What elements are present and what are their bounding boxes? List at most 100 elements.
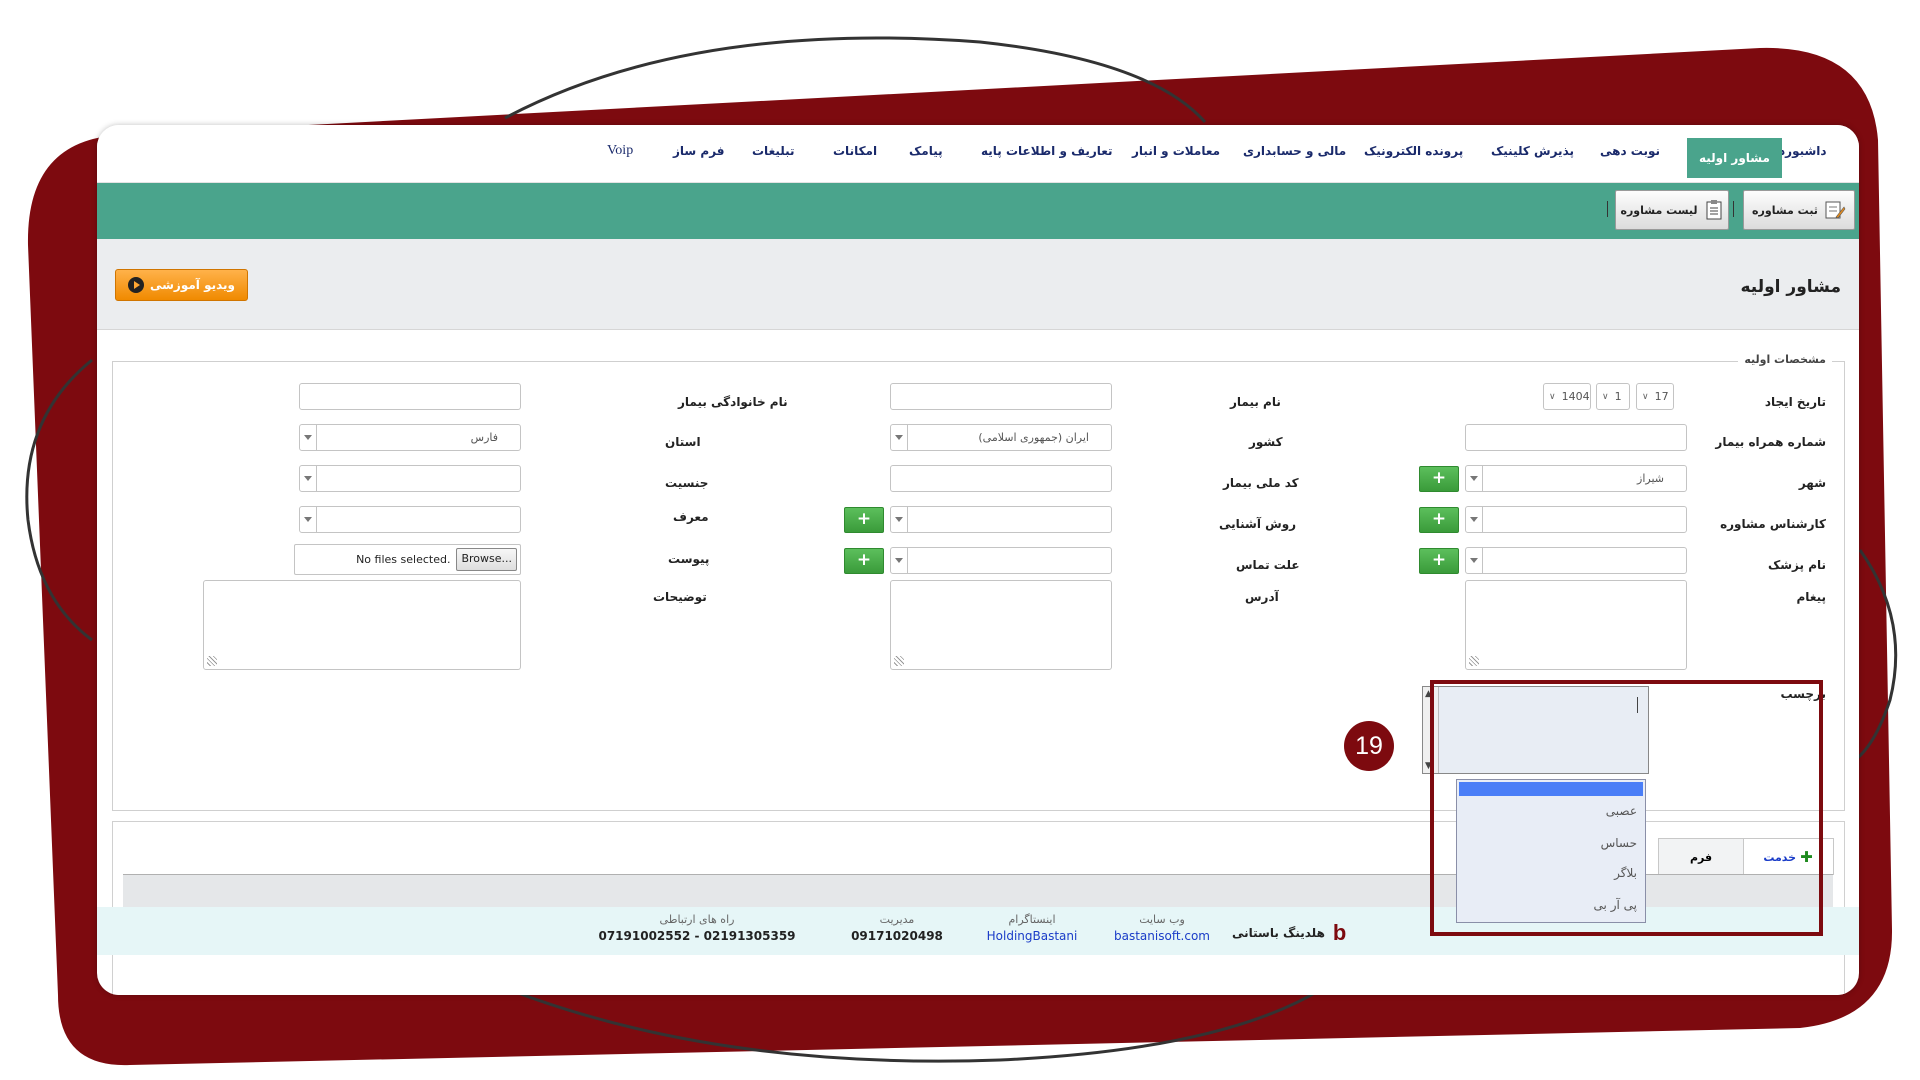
referrer-label: معرف <box>673 510 709 524</box>
family-name-label: نام خانوادگی بیمار <box>678 395 788 409</box>
address-textarea[interactable] <box>890 580 1112 670</box>
consultant-label: کارشناس مشاوره <box>1720 517 1826 531</box>
attachment-label: پیوست <box>668 552 710 566</box>
city-value: شیراز <box>1637 472 1664 485</box>
gender-select[interactable] <box>299 465 521 492</box>
file-status-text: No files selected. <box>356 553 451 566</box>
national-id-label: کد ملی بیمار <box>1223 476 1299 490</box>
consultation-list-label: لیست مشاوره <box>1620 203 1698 217</box>
resize-grip-icon <box>894 656 904 666</box>
add-contact-reason-button[interactable]: + <box>844 548 884 574</box>
menu-item-base-info[interactable]: تعاریف و اطلاعات پایه <box>981 136 1113 166</box>
city-label: شهر <box>1798 476 1826 490</box>
menu-item-sms[interactable]: پیامک <box>909 136 943 166</box>
contact-phones: 07191002552 - 02191305359 <box>598 929 796 943</box>
browse-button[interactable]: Browse... <box>456 548 517 571</box>
clipboard-icon <box>1704 199 1724 221</box>
province-label: استان <box>665 435 701 449</box>
fieldset-legend: مشخصات اولیه <box>1738 353 1832 366</box>
province-value: فارس <box>470 431 498 444</box>
mobile-input[interactable] <box>1465 424 1687 451</box>
family-name-input[interactable] <box>299 383 521 410</box>
tutorial-video-button[interactable]: ویدیو آموزشی <box>115 269 248 301</box>
toolbar-divider <box>1733 201 1734 217</box>
menu-item-voip[interactable]: Voip <box>607 136 633 166</box>
attachment-file-input[interactable]: No files selected. Browse... <box>294 544 521 575</box>
contact-reason-label: علت تماس <box>1236 558 1300 572</box>
month-value: 1 <box>1614 390 1622 403</box>
consultation-list-button[interactable]: لیست مشاوره <box>1615 190 1729 230</box>
country-label: کشور <box>1249 435 1283 449</box>
register-consultation-label: ثبت مشاوره <box>1752 203 1818 217</box>
add-acquaintance-button[interactable]: + <box>844 507 884 533</box>
chevron-down-icon <box>891 425 908 450</box>
step-badge: 19 <box>1344 721 1394 771</box>
register-consultation-button[interactable]: ثبت مشاوره <box>1743 190 1855 230</box>
national-id-input[interactable] <box>890 465 1112 492</box>
acquaintance-select[interactable] <box>890 506 1112 533</box>
patient-name-input[interactable] <box>890 383 1112 410</box>
add-city-button[interactable]: + <box>1419 466 1459 492</box>
description-label: توضیحات <box>653 590 707 604</box>
brand-name: هلدینگ باستانی <box>1232 926 1325 940</box>
year-value: 1404 <box>1561 390 1590 403</box>
patient-name-label: نام بیمار <box>1230 395 1281 409</box>
consultant-select[interactable] <box>1465 506 1687 533</box>
chevron-down-icon <box>891 507 908 532</box>
resize-grip-icon <box>207 656 217 666</box>
menu-item-clinic-reception[interactable]: پذیرش کلینیک <box>1491 136 1574 166</box>
chevron-down-icon <box>891 548 908 573</box>
country-value: ایران (جمهوری اسلامی) <box>978 431 1089 444</box>
province-select[interactable]: فارس <box>299 424 521 451</box>
menu-item-trade-warehouse[interactable]: معاملات و انبار <box>1132 136 1220 166</box>
instagram-caption: اینستاگرام <box>1008 913 1056 926</box>
resize-grip-icon <box>1469 656 1479 666</box>
year-select[interactable]: ∨ 1404 <box>1543 383 1591 410</box>
menu-item-finance[interactable]: مالی و حسابداری <box>1243 136 1346 166</box>
footer-instagram: اینستاگرام HoldingBastani <box>977 913 1087 943</box>
chevron-down-icon <box>1466 466 1483 491</box>
menu-item-initial-consultant[interactable]: مشاور اولیه <box>1687 138 1782 178</box>
chevron-down-icon: ∨ <box>1642 391 1649 402</box>
contact-reason-select[interactable] <box>890 547 1112 574</box>
menu-item-facilities[interactable]: امکانات <box>833 136 877 166</box>
menu-item-form-builder[interactable]: فرم ساز <box>673 136 725 166</box>
footer-management: مدیریت 09171020498 <box>837 913 957 943</box>
chevron-down-icon <box>1466 507 1483 532</box>
footer-website: وب سایت bastanisoft.com <box>1107 913 1217 943</box>
website-caption: وب سایت <box>1139 913 1185 926</box>
referrer-select[interactable] <box>299 506 521 533</box>
form-edit-icon <box>1824 199 1846 221</box>
created-date-label: تاریخ ایجاد <box>1764 395 1826 409</box>
menu-item-appointment[interactable]: نوبت دهی <box>1600 136 1660 166</box>
add-consultant-button[interactable]: + <box>1419 507 1459 533</box>
brand-logo-icon: b <box>1332 920 1347 945</box>
doctor-label: نام پزشک <box>1767 558 1826 572</box>
page-title: مشاور اولیه <box>1740 277 1841 297</box>
video-button-label: ویدیو آموزشی <box>149 278 236 292</box>
month-select[interactable]: ∨ 1 <box>1596 383 1630 410</box>
instagram-link[interactable]: HoldingBastani <box>977 929 1087 943</box>
message-textarea[interactable] <box>1465 580 1687 670</box>
footer-contact: راه های ارتباطی 07191002552 - 0219130535… <box>587 913 807 943</box>
country-select[interactable]: ایران (جمهوری اسلامی) <box>890 424 1112 451</box>
menu-item-dashboard[interactable]: داشبورد <box>1779 136 1827 166</box>
footer-brand: b هلدینگ باستانی <box>1232 920 1346 946</box>
website-link[interactable]: bastanisoft.com <box>1107 929 1217 943</box>
chevron-down-icon <box>300 425 317 450</box>
chevron-down-icon: ∨ <box>1602 391 1609 402</box>
page-header: مشاور اولیه ویدیو آموزشی <box>97 239 1859 330</box>
management-phone: 09171020498 <box>851 929 943 943</box>
doctor-select[interactable] <box>1465 547 1687 574</box>
city-select[interactable]: شیراز <box>1465 465 1687 492</box>
annotation-highlight-box <box>1430 680 1823 936</box>
menu-item-advertising[interactable]: تبلیغات <box>752 136 795 166</box>
toolbar: ثبت مشاوره لیست مشاوره <box>97 183 1859 239</box>
menu-item-e-record[interactable]: پرونده الکترونیک <box>1364 136 1463 166</box>
chevron-down-icon: ∨ <box>1549 391 1556 402</box>
gender-label: جنسیت <box>665 476 709 490</box>
description-textarea[interactable] <box>203 580 521 670</box>
toolbar-divider <box>1607 201 1608 217</box>
add-doctor-button[interactable]: + <box>1419 548 1459 574</box>
day-select[interactable]: ∨ 17 <box>1636 383 1674 410</box>
